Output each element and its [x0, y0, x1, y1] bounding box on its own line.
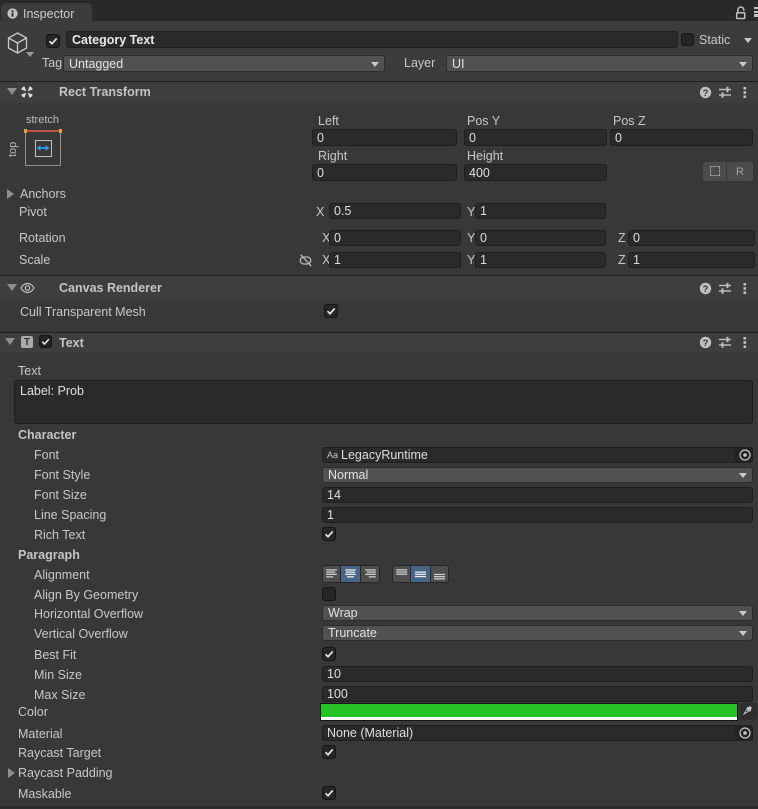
svg-text:?: ?	[703, 88, 709, 99]
svg-text:?: ?	[703, 338, 709, 349]
svg-text:?: ?	[703, 284, 709, 295]
